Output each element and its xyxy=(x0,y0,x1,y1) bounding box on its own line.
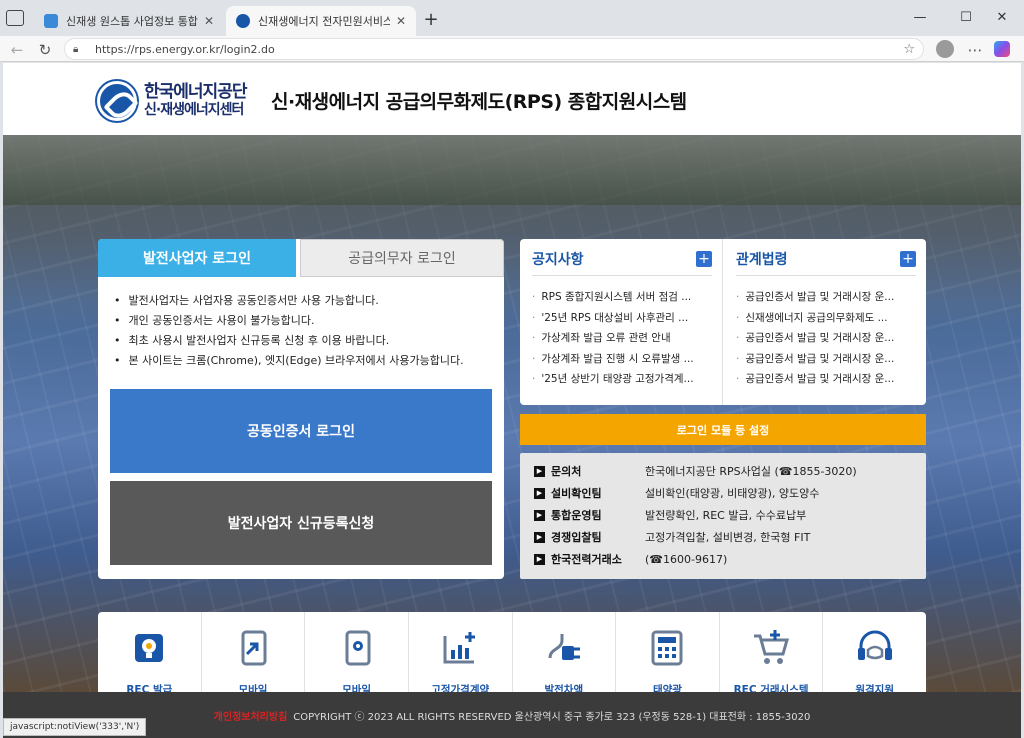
address-bar-row: ← ↻ 🔒︎ https://rps.energy.or.kr/login2.d… xyxy=(0,36,1024,62)
solar-panel-background: 발전사업자 로그인 공급의무자 로그인 발전사업자는 사업자용 공동인증서만 사… xyxy=(3,135,1021,731)
browser-tab-strip: 신재생 원스톱 사업정보 통합포털 ✕ 신재생에너지 전자민원서비스 ✕ + —… xyxy=(0,0,1024,36)
notice-list: RPS 종합지원시스템 서버 점검 ... '25년 RPS 대상설비 사후관리… xyxy=(532,287,714,390)
list-item[interactable]: 가상계좌 발급 오류 관련 안내 xyxy=(532,328,714,349)
tab-favicon-icon xyxy=(44,14,58,28)
contact-key: 한국전력거래소 xyxy=(551,553,622,566)
contact-key: 통합운영팀 xyxy=(551,509,602,522)
play-bullet-icon: ▶ xyxy=(534,509,545,521)
site-footer: 개인정보처리방침 COPYRIGHT ⓒ 2023 ALL RIGHTS RES… xyxy=(3,692,1021,738)
close-tab-icon[interactable]: ✕ xyxy=(396,14,406,28)
contact-box: ▶ 문의처 한국에너지공단 RPS사업실 (☎1855-3020) ▶ 설비확인… xyxy=(520,453,926,579)
list-item[interactable]: '25년 RPS 대상설비 사후관리 ... xyxy=(532,308,714,329)
close-tab-icon[interactable]: ✕ xyxy=(204,14,214,28)
notice-law-box: 공지사항 + RPS 종합지원시스템 서버 점검 ... '25년 RPS 대상… xyxy=(520,239,926,405)
notice-more-plus-icon[interactable]: + xyxy=(696,251,712,267)
maximize-icon[interactable]: ☐ xyxy=(946,6,986,28)
privacy-policy-link[interactable]: 개인정보처리방침 xyxy=(214,708,288,723)
notice-title[interactable]: 공지사항 xyxy=(532,249,584,269)
favorite-star-icon[interactable]: ☆ xyxy=(903,42,915,57)
contact-value: 고정가격입찰, 설비변경, 한국형 FIT xyxy=(645,531,811,544)
copilot-icon[interactable] xyxy=(994,41,1010,57)
logo-text-center: 신·재생에너지센터 xyxy=(144,102,244,118)
list-item[interactable]: 공급인증서 발급 및 거래시장 운... xyxy=(736,287,918,308)
contact-row: ▶ 경쟁입찰팀 고정가격입찰, 설비변경, 한국형 FIT xyxy=(534,527,810,547)
login-note: 개인 공동인증서는 사용이 불가능합니다. xyxy=(114,311,464,331)
tab-title: 신재생에너지 전자민원서비스 xyxy=(258,15,390,28)
tab-generator-login[interactable]: 발전사업자 로그인 xyxy=(98,239,296,277)
contact-value: (☎1600-9617) xyxy=(645,552,728,566)
browser-tab-2[interactable]: 신재생에너지 전자민원서비스 ✕ xyxy=(226,6,416,36)
play-bullet-icon: ▶ xyxy=(534,553,545,565)
minimize-icon[interactable]: — xyxy=(900,6,940,28)
site-info-icon[interactable]: 🔒︎ xyxy=(73,44,87,55)
mobile-guide-icon xyxy=(345,630,371,666)
law-column: 관계법령 + 공급인증서 발급 및 거래시장 운... 신재생에너지 공급의무화… xyxy=(724,239,926,405)
list-item[interactable]: 공급인증서 발급 및 거래시장 운... xyxy=(736,369,918,390)
contact-value: 한국에너지공단 RPS사업실 (☎1855-3020) xyxy=(645,465,857,478)
status-bar-link-preview: javascript:notiView('333','N') xyxy=(3,718,147,736)
notice-column: 공지사항 + RPS 종합지원시스템 서버 점검 ... '25년 RPS 대상… xyxy=(520,239,723,405)
contact-value: 설비확인(태양광, 비태양광), 양도양수 xyxy=(645,487,820,500)
contact-row: ▶ 통합운영팀 발전량확인, REC 발급, 수수료납부 xyxy=(534,505,806,525)
tab-favicon-icon xyxy=(236,14,250,28)
url-input[interactable]: 🔒︎ https://rps.energy.or.kr/login2.do ☆ xyxy=(64,38,924,60)
tab-supplier-login[interactable]: 공급의무자 로그인 xyxy=(300,239,504,277)
tab-title: 신재생 원스톱 사업정보 통합포털 xyxy=(66,15,198,28)
divider xyxy=(532,275,712,276)
close-window-icon[interactable]: ✕ xyxy=(982,6,1022,28)
url-text: https://rps.energy.or.kr/login2.do xyxy=(95,42,275,56)
list-item[interactable]: 가상계좌 발급 진행 시 오류발생 ... xyxy=(532,349,714,370)
contact-key: 설비확인팀 xyxy=(551,487,602,500)
list-item[interactable]: 공급인증서 발급 및 거래시장 운... xyxy=(736,328,918,349)
generator-register-button[interactable]: 발전사업자 신규등록신청 xyxy=(110,481,492,565)
contact-row: ▶ 한국전력거래소 (☎1600-9617) xyxy=(534,549,727,569)
site-header: 한국에너지공단 신·재생에너지센터 신·재생에너지 공급의무화제도(RPS) 종… xyxy=(3,63,1021,135)
rec-issue-icon xyxy=(135,634,164,662)
profile-avatar[interactable] xyxy=(936,40,954,58)
copyright-text: COPYRIGHT ⓒ 2023 ALL RIGHTS RESERVED 울산광… xyxy=(293,711,811,723)
new-tab-icon[interactable]: + xyxy=(420,8,442,30)
list-item[interactable]: '25년 상반기 태양광 고정가격계... xyxy=(532,369,714,390)
contact-row: ▶ 설비확인팀 설비확인(태양광, 비태양광), 양도양수 xyxy=(534,483,819,503)
browser-tab-1[interactable]: 신재생 원스톱 사업정보 통합포털 ✕ xyxy=(34,6,224,36)
tab-actions-icon[interactable] xyxy=(6,10,24,26)
law-more-plus-icon[interactable]: + xyxy=(900,251,916,267)
list-item[interactable]: 공급인증서 발급 및 거래시장 운... xyxy=(736,349,918,370)
play-bullet-icon: ▶ xyxy=(534,465,545,477)
reload-icon[interactable]: ↻ xyxy=(34,39,56,61)
more-menu-icon[interactable]: ⋯ xyxy=(964,39,986,61)
certificate-login-button[interactable]: 공동인증서 로그인 xyxy=(110,389,492,473)
tree-line-background xyxy=(3,135,1021,205)
plug-icon xyxy=(548,634,580,660)
login-note: 발전사업자는 사업자용 공동인증서만 사용 가능합니다. xyxy=(114,291,464,311)
contact-value: 발전량확인, REC 발급, 수수료납부 xyxy=(645,509,807,522)
login-note: 최초 사용시 발전사업자 신규등록 신청 후 이용 바랍니다. xyxy=(114,331,464,351)
login-notes: 발전사업자는 사업자용 공동인증서만 사용 가능합니다. 개인 공동인증서는 사… xyxy=(114,291,464,371)
law-title[interactable]: 관계법령 xyxy=(736,249,788,269)
mobile-link-icon xyxy=(241,630,267,666)
back-icon[interactable]: ← xyxy=(6,39,28,61)
play-bullet-icon: ▶ xyxy=(534,531,545,543)
list-item[interactable]: RPS 종합지원시스템 서버 점검 ... xyxy=(532,287,714,308)
login-module-setup-button[interactable]: 로그인 모듈 등 설정 xyxy=(520,414,926,445)
contact-row: ▶ 문의처 한국에너지공단 RPS사업실 (☎1855-3020) xyxy=(534,461,857,481)
site-title: 신·재생에너지 공급의무화제도(RPS) 종합지원시스템 xyxy=(271,91,687,113)
cart-icon xyxy=(754,630,790,664)
law-list: 공급인증서 발급 및 거래시장 운... 신재생에너지 공급의무화제도 ... … xyxy=(736,287,918,390)
list-item[interactable]: 신재생에너지 공급의무화제도 ... xyxy=(736,308,918,329)
calculator-icon xyxy=(651,630,683,666)
login-note: 본 사이트는 크롬(Chrome), 엣지(Edge) 브라우저에서 사용가능합… xyxy=(114,351,464,371)
headset-icon xyxy=(857,630,892,660)
play-bullet-icon: ▶ xyxy=(534,487,545,499)
web-page: 한국에너지공단 신·재생에너지센터 신·재생에너지 공급의무화제도(RPS) 종… xyxy=(3,63,1021,738)
divider xyxy=(736,275,916,276)
contact-key: 경쟁입찰팀 xyxy=(551,531,602,544)
energy-agency-logo-icon[interactable] xyxy=(97,81,137,121)
login-panel: 발전사업자 로그인 공급의무자 로그인 발전사업자는 사업자용 공동인증서만 사… xyxy=(98,239,504,579)
fixed-price-icon xyxy=(443,632,476,664)
contact-key: 문의처 xyxy=(551,465,582,478)
